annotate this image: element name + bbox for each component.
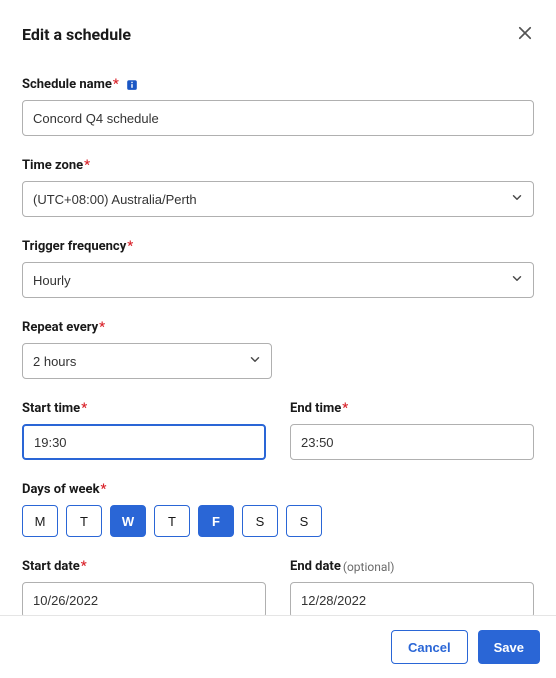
trigger-frequency-select[interactable]: Hourly: [22, 262, 534, 298]
close-button[interactable]: [510, 18, 540, 51]
save-button[interactable]: Save: [478, 630, 540, 664]
start-time-field: Start time*: [22, 397, 266, 460]
required-marker: *: [81, 559, 87, 574]
trigger-frequency-select-wrap: Hourly: [22, 262, 534, 298]
day-thursday[interactable]: T: [154, 505, 190, 537]
label-text: Start date: [22, 559, 80, 574]
label-text: End date: [290, 559, 341, 574]
repeat-every-label: Repeat every*: [22, 320, 105, 335]
date-row: Start date* End date (optional): [22, 555, 534, 615]
dialog-footer: Cancel Save: [0, 615, 556, 678]
start-time-label: Start time*: [22, 401, 87, 416]
day-tuesday[interactable]: T: [66, 505, 102, 537]
day-monday[interactable]: M: [22, 505, 58, 537]
schedule-name-label: Schedule name*: [22, 77, 139, 92]
label-text: Trigger frequency: [22, 239, 126, 254]
trigger-frequency-label: Trigger frequency*: [22, 239, 133, 254]
dialog-header: Edit a schedule: [0, 0, 556, 51]
repeat-every-field: Repeat every* 2 hours: [22, 316, 534, 379]
cancel-button[interactable]: Cancel: [391, 630, 468, 664]
start-date-input[interactable]: [22, 582, 266, 615]
info-icon[interactable]: [125, 78, 139, 92]
required-marker: *: [81, 401, 87, 416]
day-sunday[interactable]: S: [286, 505, 322, 537]
time-zone-select[interactable]: (UTC+08:00) Australia/Perth: [22, 181, 534, 217]
day-saturday[interactable]: S: [242, 505, 278, 537]
required-marker: *: [127, 239, 133, 254]
label-text: Start time: [22, 401, 80, 416]
schedule-name-input[interactable]: [22, 100, 534, 136]
end-date-label: End date (optional): [290, 559, 395, 574]
required-marker: *: [101, 482, 107, 497]
end-time-input[interactable]: [290, 424, 534, 460]
end-time-field: End time*: [290, 397, 534, 460]
dialog-content: Schedule name* Time zone* (UTC+08:00) Au…: [0, 51, 556, 615]
label-text: End time: [290, 401, 341, 416]
required-marker: *: [99, 320, 105, 335]
trigger-frequency-field: Trigger frequency* Hourly: [22, 235, 534, 298]
required-marker: *: [84, 158, 90, 173]
repeat-every-select[interactable]: 2 hours: [22, 343, 272, 379]
label-text: Schedule name: [22, 77, 112, 92]
day-wednesday[interactable]: W: [110, 505, 146, 537]
start-date-field: Start date*: [22, 555, 266, 615]
end-date-field: End date (optional): [290, 555, 534, 615]
days-row: M T W T F S S: [22, 505, 534, 537]
days-of-week-field: Days of week* M T W T F S S: [22, 478, 534, 537]
day-friday[interactable]: F: [198, 505, 234, 537]
time-zone-select-wrap: (UTC+08:00) Australia/Perth: [22, 181, 534, 217]
optional-text: (optional): [343, 560, 395, 574]
required-marker: *: [342, 401, 348, 416]
label-text: Time zone: [22, 158, 83, 173]
edit-schedule-dialog: Edit a schedule Schedule name* Time zone…: [0, 0, 556, 678]
label-text: Repeat every: [22, 320, 98, 335]
close-icon: [516, 24, 534, 45]
days-of-week-label: Days of week*: [22, 482, 106, 497]
start-time-input[interactable]: [22, 424, 266, 460]
end-time-label: End time*: [290, 401, 348, 416]
time-row: Start time* End time*: [22, 397, 534, 478]
dialog-title: Edit a schedule: [22, 25, 131, 44]
time-zone-field: Time zone* (UTC+08:00) Australia/Perth: [22, 154, 534, 217]
schedule-name-field: Schedule name*: [22, 73, 534, 136]
end-date-input[interactable]: [290, 582, 534, 615]
required-marker: *: [113, 77, 119, 92]
time-zone-label: Time zone*: [22, 158, 90, 173]
start-date-label: Start date*: [22, 559, 87, 574]
label-text: Days of week: [22, 482, 100, 497]
repeat-every-select-wrap: 2 hours: [22, 343, 272, 379]
